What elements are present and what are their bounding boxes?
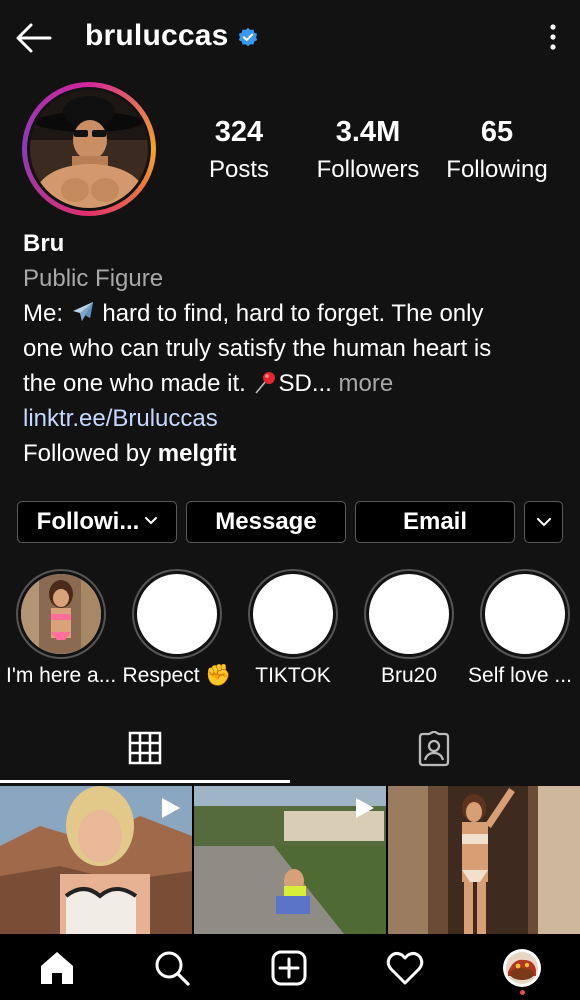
airplane-emoji-icon [72, 302, 93, 321]
message-button[interactable]: Message [186, 501, 346, 543]
avatar-photo [30, 90, 148, 208]
heart-icon [386, 951, 424, 985]
bio-website-link[interactable]: linktr.ee/Bruluccas [23, 401, 563, 436]
profile-header: bruluccas [0, 0, 580, 76]
nav-search[interactable] [152, 948, 192, 988]
post-image [388, 786, 580, 934]
stat-posts[interactable]: 324 Posts [190, 114, 288, 190]
followed-by-user: melgfit [157, 440, 237, 467]
suggested-accounts-button[interactable] [524, 501, 563, 543]
following-button[interactable]: Followi... [17, 501, 177, 543]
profile-tabs [0, 712, 580, 786]
round-pushpin-emoji-icon [255, 372, 276, 394]
profile-avatar-icon [503, 949, 541, 987]
posts-label: Posts [208, 156, 270, 183]
highlight-cover [369, 574, 449, 654]
highlight-cover [253, 574, 333, 654]
chevron-down-icon [537, 518, 551, 527]
highlight-label: Self love ... [468, 664, 572, 687]
post-thumbnail[interactable] [388, 786, 580, 934]
posts-count: 324 [214, 116, 264, 148]
highlight-label: I'm here a... [6, 664, 117, 687]
posts-grid [0, 786, 580, 934]
tab-tagged[interactable] [290, 712, 580, 786]
stat-followers[interactable]: 3.4M Followers [305, 114, 431, 190]
grid-icon [128, 731, 162, 765]
followers-label: Followers [316, 156, 420, 183]
video-play-icon [356, 798, 374, 818]
profile-avatar[interactable] [30, 90, 148, 208]
nav-home[interactable] [37, 948, 77, 988]
following-button-label: Followi... [36, 508, 140, 535]
email-button[interactable]: Email [355, 501, 515, 543]
post-thumbnail[interactable] [194, 786, 386, 934]
highlight-label: Bru20 [380, 664, 438, 687]
bio-more-link[interactable]: more [339, 370, 394, 397]
options-menu-button[interactable] [540, 22, 566, 52]
highlight-label: TIKTOK [255, 664, 331, 687]
chevron-down-icon [145, 517, 157, 525]
kebab-menu-icon [550, 24, 556, 50]
email-button-label: Email [402, 508, 468, 535]
search-icon [155, 951, 190, 986]
highlight-cover [21, 574, 101, 654]
nav-profile[interactable] [502, 948, 542, 988]
active-tab-indicator [0, 780, 290, 783]
following-count: 65 [480, 116, 514, 148]
home-icon [41, 952, 73, 984]
following-label: Following [446, 156, 548, 183]
nav-new-post[interactable] [269, 948, 309, 988]
tagged-person-icon [418, 731, 450, 767]
highlight-label: Respect ✊ [122, 664, 232, 687]
tab-posts-grid[interactable] [0, 712, 290, 786]
followed-by-text[interactable]: Followed by melgfit [23, 436, 563, 471]
display-name: Bru [23, 230, 65, 257]
new-post-icon [271, 950, 307, 986]
highlight-cover [485, 574, 565, 654]
category-label: Public Figure [23, 265, 164, 292]
notification-dot [520, 990, 525, 995]
post-thumbnail[interactable] [0, 786, 192, 934]
profile-bio: Bru Public Figure Me: hard to find, hard… [23, 226, 563, 471]
arrow-left-icon [16, 23, 52, 53]
followers-count: 3.4M [335, 116, 401, 148]
back-button[interactable] [14, 20, 54, 56]
verified-badge-icon [238, 27, 258, 47]
message-button-label: Message [215, 508, 317, 535]
nav-activity[interactable] [385, 948, 425, 988]
highlight-cover [137, 574, 217, 654]
bottom-navigation [0, 934, 580, 1000]
stat-following[interactable]: 65 Following [436, 114, 558, 190]
bio-text: Me: hard to find, hard to forget. The on… [23, 300, 492, 397]
video-play-icon [162, 798, 180, 818]
profile-username: bruluccas [85, 19, 229, 52]
